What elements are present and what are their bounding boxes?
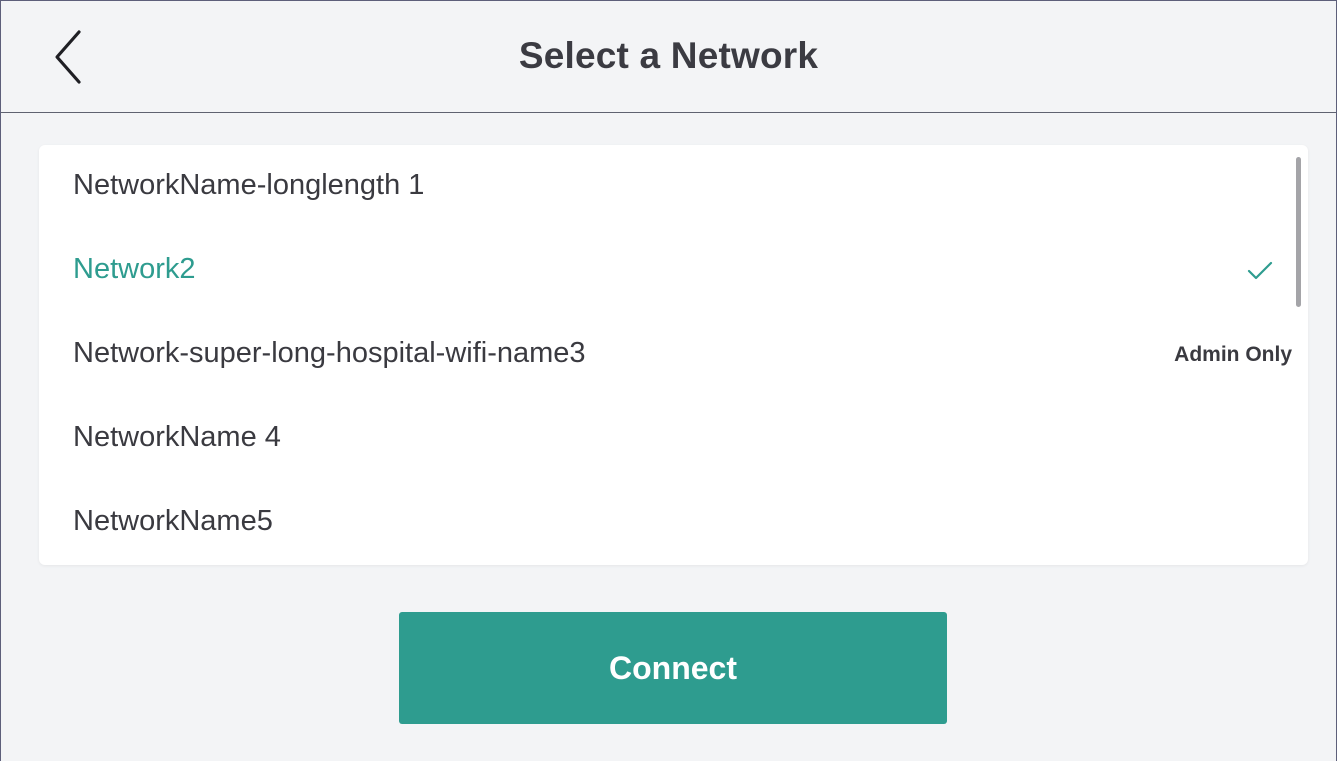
network-item-2[interactable]: Network2 xyxy=(39,229,1308,313)
admin-only-badge: Admin Only xyxy=(1174,343,1292,366)
network-name: NetworkName-longlength 1 xyxy=(73,169,425,201)
page-title: Select a Network xyxy=(518,35,819,76)
network-name: NetworkName5 xyxy=(73,505,273,537)
connect-button[interactable]: Connect xyxy=(399,612,947,724)
network-name: NetworkName 4 xyxy=(73,421,281,453)
network-item-3[interactable]: Network-super-long-hospital-wifi-name3 A… xyxy=(39,313,1308,397)
app-window: Select a Network NetworkName-longlength … xyxy=(0,0,1337,761)
header-bar: Select a Network xyxy=(1,1,1336,113)
network-item-5[interactable]: NetworkName5 xyxy=(39,481,1308,565)
network-name: Network-super-long-hospital-wifi-name3 xyxy=(73,337,586,369)
list-scrollbar[interactable] xyxy=(1296,157,1301,307)
network-item-4[interactable]: NetworkName 4 xyxy=(39,397,1308,481)
network-item-1[interactable]: NetworkName-longlength 1 xyxy=(39,145,1308,229)
check-icon xyxy=(1247,261,1273,280)
network-name: Network2 xyxy=(73,253,196,285)
network-list[interactable]: NetworkName-longlength 1 Network2 Networ… xyxy=(39,145,1308,565)
